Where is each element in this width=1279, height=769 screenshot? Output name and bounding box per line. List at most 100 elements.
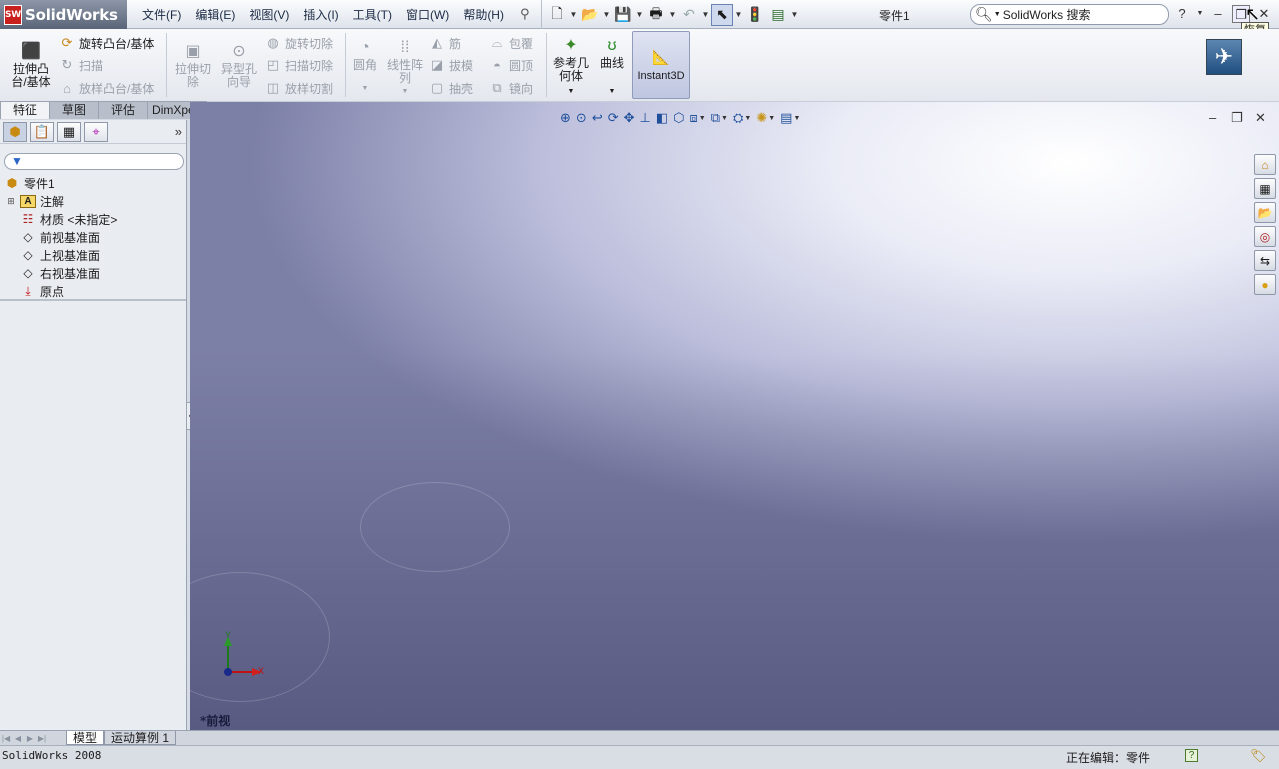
- feature-tree-tab-icon[interactable]: ⬢: [3, 121, 27, 142]
- save-icon[interactable]: 💾: [612, 4, 634, 26]
- linear-pattern-button[interactable]: ⁞⁞ 线性阵 列 ▼: [384, 37, 426, 98]
- pin-icon[interactable]: ⚲: [520, 6, 530, 22]
- help-button[interactable]: ?: [1173, 5, 1191, 23]
- scene-icon[interactable]: ✺: [756, 110, 767, 126]
- viewport-minimize-button[interactable]: –: [1209, 110, 1216, 125]
- tree-item-material[interactable]: ☷ 材质 <未指定>: [0, 210, 186, 228]
- home-icon[interactable]: ⌂: [1254, 154, 1276, 175]
- draft-button[interactable]: ◪ 拔模: [428, 55, 473, 75]
- display-style-icon[interactable]: ⧈: [690, 110, 698, 126]
- expand-panel-chevron-icon[interactable]: »: [175, 124, 182, 139]
- tab-features[interactable]: 特征: [0, 101, 51, 119]
- tab-motion-study[interactable]: 运动算例 1: [104, 731, 177, 745]
- dimxpert-manager-tab-icon[interactable]: ⌖: [84, 121, 108, 142]
- pan-icon[interactable]: ✥: [624, 110, 635, 126]
- property-manager-tab-icon[interactable]: 📋: [30, 121, 54, 142]
- menu-help[interactable]: 帮助(H): [456, 6, 511, 23]
- tree-item-origin[interactable]: ⤓ 原点: [0, 282, 186, 300]
- next-tab-icon[interactable]: ▶: [24, 732, 36, 745]
- viewport-restore-button[interactable]: ❐: [1231, 110, 1243, 126]
- curves-button[interactable]: ʊ 曲线 ▼: [596, 35, 628, 98]
- undo-icon[interactable]: ↶: [678, 4, 700, 26]
- menu-insert[interactable]: 插入(I): [296, 6, 345, 23]
- menu-tools[interactable]: 工具(T): [346, 6, 399, 23]
- pattern-dropdown-icon[interactable]: ▼: [402, 85, 409, 98]
- new-dropdown-icon[interactable]: ▼: [569, 10, 578, 19]
- zoom-to-fit-icon[interactable]: ⊕: [560, 110, 571, 126]
- tree-item-front-plane[interactable]: ◇ 前视基准面: [0, 228, 186, 246]
- print-icon[interactable]: 🖶: [645, 4, 667, 26]
- open-icon[interactable]: 📂: [579, 4, 601, 26]
- options-icon[interactable]: ▤: [767, 4, 789, 26]
- save-dropdown-icon[interactable]: ▼: [635, 10, 644, 19]
- file-explorer-icon[interactable]: 📂: [1254, 202, 1276, 223]
- undo-dropdown-icon[interactable]: ▼: [701, 10, 710, 19]
- hide-show-dropdown-icon[interactable]: ▼: [721, 115, 728, 122]
- view-settings-icon[interactable]: ▤: [780, 110, 792, 126]
- tree-item-top-plane[interactable]: ◇ 上视基准面: [0, 246, 186, 264]
- normal-to-icon[interactable]: ⊥: [640, 110, 651, 126]
- sweep-cut-button[interactable]: ◰ 扫描切除: [264, 55, 333, 75]
- panel-divider[interactable]: [0, 299, 186, 301]
- appearance-dropdown-icon[interactable]: ▼: [744, 115, 751, 122]
- print-dropdown-icon[interactable]: ▼: [668, 10, 677, 19]
- menu-window[interactable]: 窗口(W): [399, 6, 456, 23]
- view-settings-dropdown-icon[interactable]: ▼: [793, 115, 800, 122]
- graphics-viewport[interactable]: ⊕ ⊙ ↩ ⟳ ✥ ⊥ ◧ ⬡ ⧈ ▼ ⧉ ▼ ⛭ ▼ ✺ ▼ ▤ ▼ – ❐ ✕ ⌂ ▦…: [190, 102, 1279, 730]
- extrude-cut-button[interactable]: ▣ 拉伸切 除: [172, 41, 214, 89]
- expand-icon[interactable]: ⊞: [6, 196, 16, 207]
- curves-dropdown-icon[interactable]: ▼: [609, 85, 616, 98]
- section-view-icon[interactable]: ◧: [656, 110, 668, 126]
- display-style-dropdown-icon[interactable]: ▼: [699, 115, 706, 122]
- minimize-button[interactable]: –: [1209, 5, 1227, 23]
- appearances-icon[interactable]: ●: [1254, 274, 1276, 295]
- fillet-dropdown-icon[interactable]: ▼: [362, 82, 369, 95]
- revolve-cut-button[interactable]: ◍ 旋转切除: [264, 33, 333, 53]
- app-logo[interactable]: SW SolidWorks: [0, 0, 127, 29]
- search-results-icon[interactable]: ◎: [1254, 226, 1276, 247]
- view-orientation-icon[interactable]: ⬡: [673, 110, 684, 126]
- edit-appearance-icon[interactable]: ⛭: [733, 110, 743, 126]
- rebuild-icon[interactable]: 🚦: [744, 4, 766, 26]
- search-input[interactable]: [1002, 7, 1163, 22]
- open-dropdown-icon[interactable]: ▼: [602, 10, 611, 19]
- previous-view-icon[interactable]: ↩: [592, 110, 603, 126]
- select-icon[interactable]: ⬉: [711, 3, 733, 26]
- menu-file[interactable]: 文件(F): [135, 6, 188, 23]
- tags-icon[interactable]: 🏷: [1250, 748, 1267, 764]
- wrap-button[interactable]: ⌓ 包覆: [488, 33, 533, 53]
- prev-tab-icon[interactable]: ◀: [12, 732, 24, 745]
- tab-sketch[interactable]: 草图: [49, 101, 100, 119]
- reference-geometry-button[interactable]: ✦ 参考几 何体 ▼: [550, 35, 592, 98]
- revolve-boss-button[interactable]: ⟳ 旋转凸台/基体: [58, 33, 155, 53]
- tab-evaluate[interactable]: 评估: [98, 101, 149, 119]
- shell-button[interactable]: ▢ 抽壳: [428, 78, 473, 98]
- rib-button[interactable]: ◭ 筋: [428, 33, 461, 53]
- first-tab-icon[interactable]: |◀: [0, 732, 12, 745]
- quick-tips-icon[interactable]: ?: [1185, 749, 1198, 762]
- menu-view[interactable]: 视图(V): [242, 6, 296, 23]
- viewport-close-button[interactable]: ✕: [1255, 110, 1266, 126]
- tab-model[interactable]: 模型: [66, 731, 105, 745]
- last-tab-icon[interactable]: ▶|: [36, 732, 48, 745]
- select-dropdown-icon[interactable]: ▼: [734, 10, 743, 19]
- view-palette-icon[interactable]: ⇆: [1254, 250, 1276, 271]
- hide-show-icon[interactable]: ⧉: [711, 110, 720, 126]
- scene-dropdown-icon[interactable]: ▼: [768, 115, 775, 122]
- instant3d-button[interactable]: 📐 Instant3D: [632, 31, 690, 99]
- loft-boss-button[interactable]: ⌂ 放样凸台/基体: [58, 78, 154, 98]
- search-box[interactable]: 🔍︎ ▼: [970, 4, 1169, 25]
- zoom-to-area-icon[interactable]: ⊙: [576, 110, 587, 126]
- mirror-button[interactable]: ⧉ 镜向: [488, 78, 533, 98]
- search-icon[interactable]: 🔍︎: [975, 6, 993, 23]
- dome-button[interactable]: ◓ 圆顶: [488, 55, 533, 75]
- sweep-button[interactable]: ↻ 扫描: [58, 55, 103, 75]
- hole-wizard-button[interactable]: ⊙ 异型孔 向导: [218, 41, 260, 89]
- fillet-button[interactable]: ◔ 圆角 ▼: [348, 37, 382, 95]
- loft-cut-button[interactable]: ◫ 放样切割: [264, 78, 333, 98]
- new-icon[interactable]: 🗋: [546, 4, 568, 26]
- rotate-icon[interactable]: ⟳: [608, 110, 619, 126]
- tree-item-annotations[interactable]: ⊞ A 注解: [0, 192, 186, 210]
- help-dropdown-icon[interactable]: ▼: [1191, 5, 1209, 23]
- menu-edit[interactable]: 编辑(E): [188, 6, 242, 23]
